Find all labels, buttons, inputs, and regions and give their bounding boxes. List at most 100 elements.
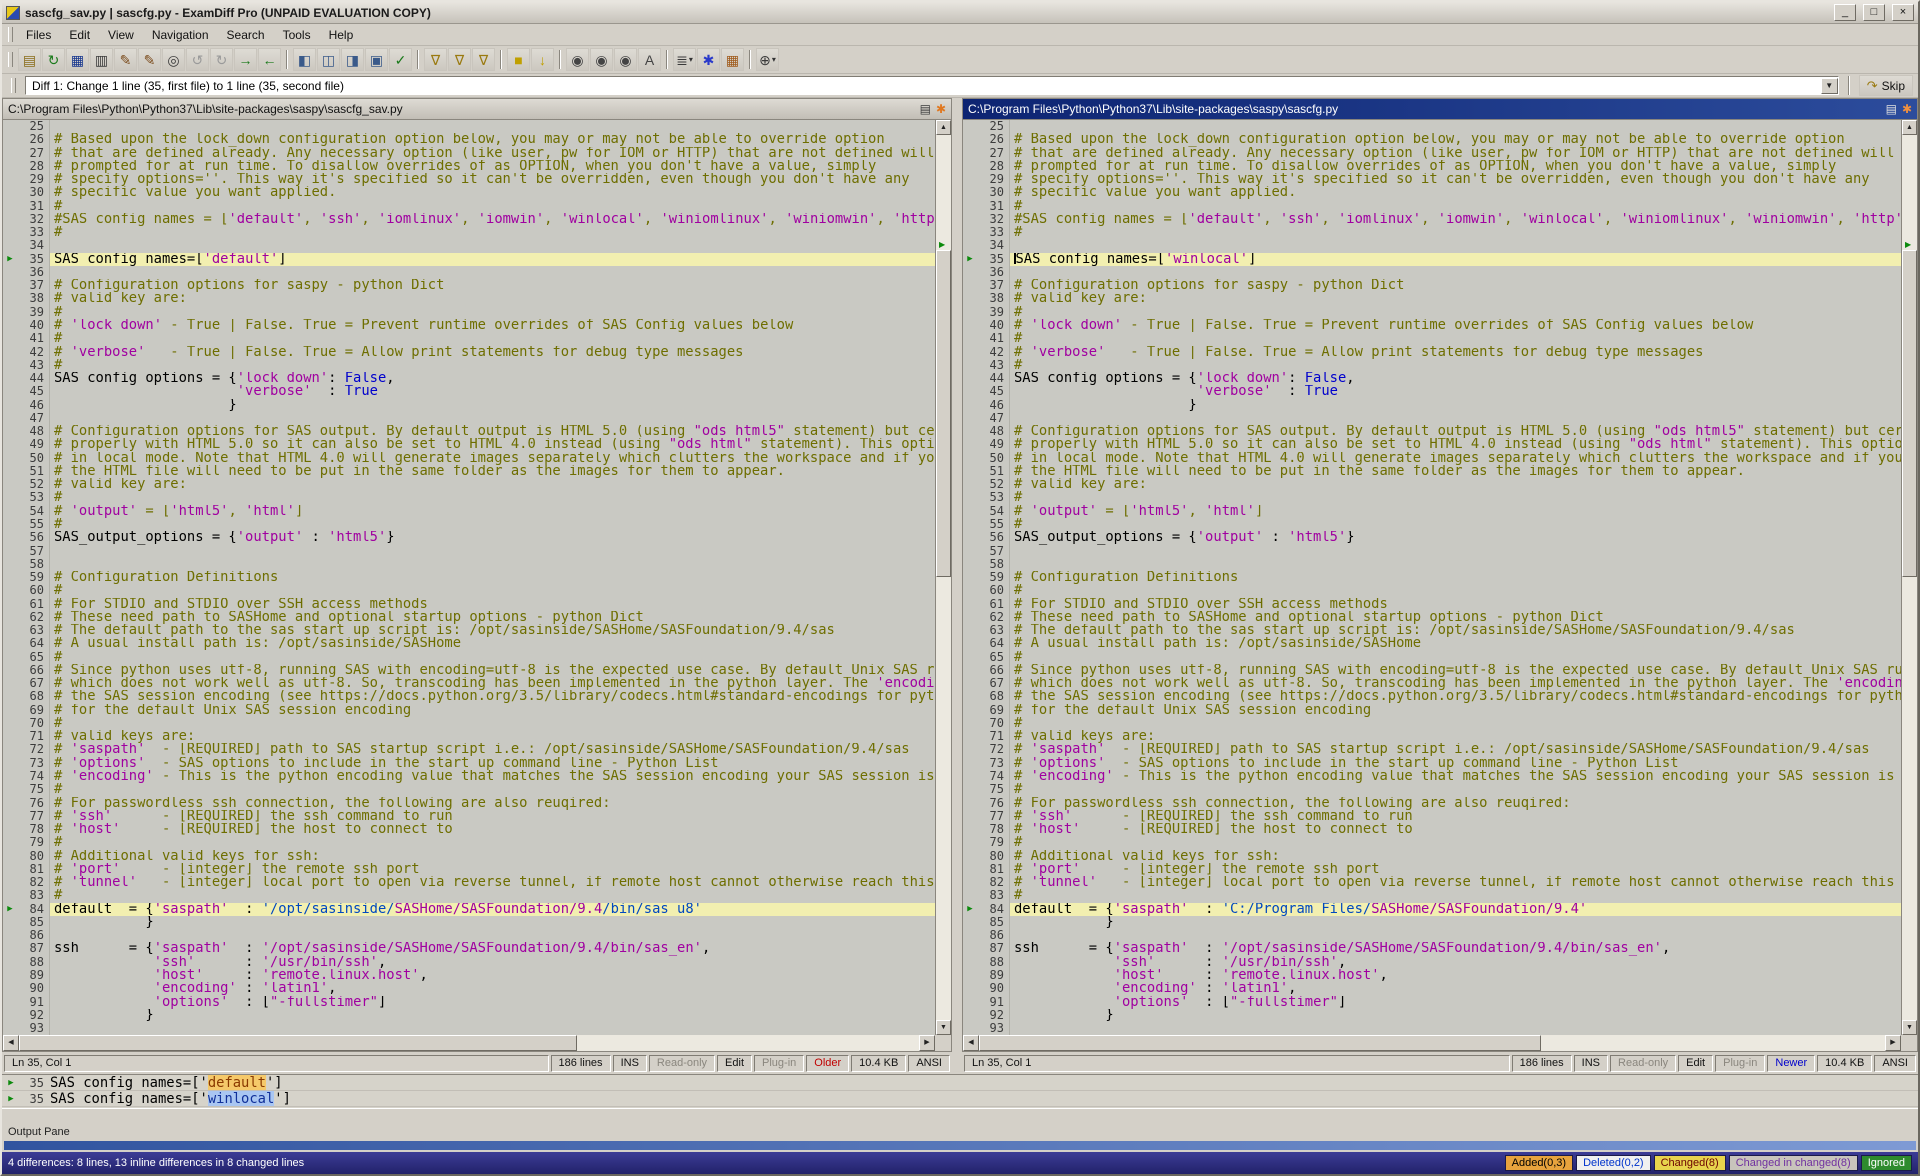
code-line-69[interactable]: 69# for the default Unix SAS session enc…	[3, 704, 935, 717]
code-line-72[interactable]: 72# 'saspath' - [REQUIRED] path to SAS s…	[3, 743, 935, 756]
code-line-61[interactable]: 61# For STDIO and STDIO over SSH access …	[3, 598, 935, 611]
code-line-66[interactable]: 66# Since python uses utf-8, running SAS…	[3, 664, 935, 677]
code-line-34[interactable]: 34	[3, 239, 935, 252]
find-button[interactable]: ◎	[162, 48, 185, 71]
code-line-93[interactable]: 93	[3, 1022, 935, 1035]
pane-splitter[interactable]	[952, 98, 962, 1052]
menu-item-navigation[interactable]: Navigation	[143, 25, 218, 45]
code-line-27[interactable]: 27# that are defined already. Any necess…	[963, 147, 1901, 160]
code-line-26[interactable]: 26# Based upon the lock_down configurati…	[3, 133, 935, 146]
code-line-81[interactable]: 81# 'port' - [integer] the remote ssh po…	[963, 863, 1901, 876]
scroll-up-button[interactable]: ▲	[936, 120, 951, 135]
code-line-74[interactable]: 74# 'encoding' - This is the python enco…	[3, 770, 935, 783]
print-button[interactable]: ▥	[90, 48, 113, 71]
code-line-65[interactable]: 65#	[3, 651, 935, 664]
code-line-49[interactable]: 49# properly with HTML 5.0 so it can als…	[963, 438, 1901, 451]
goto-difference-button[interactable]: ■	[507, 48, 530, 71]
output-pane-caption[interactable]: Output Pane	[2, 1124, 1918, 1141]
code-line-70[interactable]: 70#	[963, 717, 1901, 730]
code-line-68[interactable]: 68# the SAS session encoding (see https:…	[3, 690, 935, 703]
code-line-48[interactable]: 48# Configuration options for SAS output…	[3, 425, 935, 438]
maximize-button[interactable]: □	[1863, 4, 1885, 21]
code-line-79[interactable]: 79#	[3, 836, 935, 849]
code-line-76[interactable]: 76# For passwordless ssh connection, the…	[963, 797, 1901, 810]
code-line-67[interactable]: 67# which does not work well as utf-8. S…	[963, 677, 1901, 690]
code-line-48[interactable]: 48# Configuration options for SAS output…	[963, 425, 1901, 438]
code-line-93[interactable]: 93	[963, 1022, 1901, 1035]
scroll-up-button[interactable]: ▲	[1902, 120, 1917, 135]
scrollbar-track[interactable]	[979, 1035, 1885, 1051]
prev-difference-button[interactable]: ←	[258, 48, 281, 71]
open-files-button[interactable]: ▤	[18, 48, 41, 71]
code-line-54[interactable]: 54# 'output' = ['html5', 'html']	[3, 505, 935, 518]
code-line-58[interactable]: 58	[3, 558, 935, 571]
scroll-down-button[interactable]: ▼	[936, 1020, 951, 1035]
goto-next-change-button[interactable]: ↓	[531, 48, 554, 71]
code-line-55[interactable]: 55#	[3, 518, 935, 531]
dock-splitter[interactable]	[2, 1108, 1918, 1124]
code-line-91[interactable]: 91 'options' : ["-fullstimer"]	[3, 996, 935, 1009]
code-line-86[interactable]: 86	[3, 929, 935, 942]
search-options-button[interactable]: A	[638, 48, 661, 71]
pane-sync-icon[interactable]: ✱	[936, 103, 946, 115]
code-line-47[interactable]: 47	[963, 412, 1901, 425]
code-line-37[interactable]: 37# Configuration options for saspy - py…	[3, 279, 935, 292]
combobox-dropdown-button[interactable]: ▼	[1821, 78, 1838, 94]
scroll-left-button[interactable]: ◀	[963, 1035, 979, 1051]
code-line-53[interactable]: 53#	[963, 491, 1901, 504]
code-line-40[interactable]: 40# 'lock_down' - True | False. True = P…	[3, 319, 935, 332]
code-line-92[interactable]: 92 }	[963, 1009, 1901, 1022]
code-line-67[interactable]: 67# which does not work well as utf-8. S…	[3, 677, 935, 690]
code-line-75[interactable]: 75#	[963, 783, 1901, 796]
code-line-81[interactable]: 81# 'port' - [integer] the remote ssh po…	[3, 863, 935, 876]
code-line-62[interactable]: 62# These need path to SASHome and optio…	[963, 611, 1901, 624]
code-line-89[interactable]: 89 'host' : 'remote.linux.host',	[3, 969, 935, 982]
pane-print-icon[interactable]: ▤	[920, 103, 931, 115]
filter-changed-button[interactable]: ∇	[472, 48, 495, 71]
options-button[interactable]: ⊕▾	[756, 48, 779, 71]
skip-diff-button[interactable]: ↷ Skip	[1859, 75, 1913, 96]
show-second-pane-button[interactable]: ◨	[341, 48, 364, 71]
scroll-right-button[interactable]: ▶	[1885, 1035, 1901, 1051]
code-line-77[interactable]: 77# 'ssh' - [REQUIRED] the ssh command t…	[963, 810, 1901, 823]
code-line-85[interactable]: 85 }	[3, 916, 935, 929]
code-line-45[interactable]: 45 'verbose' : True	[963, 385, 1901, 398]
code-line-87[interactable]: 87ssh = {'saspath' : '/opt/sasinside/SAS…	[963, 942, 1901, 955]
code-line-55[interactable]: 55#	[963, 518, 1901, 531]
menu-item-help[interactable]: Help	[320, 25, 363, 45]
sync-view-button[interactable]: ✱	[697, 48, 720, 71]
code-line-52[interactable]: 52# valid key are:	[963, 478, 1901, 491]
code-line-30[interactable]: 30# specific value you want applied.	[3, 186, 935, 199]
scroll-right-button[interactable]: ▶	[919, 1035, 935, 1051]
code-line-41[interactable]: 41#	[3, 332, 935, 345]
code-line-32[interactable]: 32#SAS_config_names = ['default', 'ssh',…	[3, 213, 935, 226]
code-line-70[interactable]: 70#	[3, 717, 935, 730]
menu-item-view[interactable]: View	[99, 25, 143, 45]
code-line-73[interactable]: 73# 'options' - SAS options to include i…	[963, 757, 1901, 770]
code-line-31[interactable]: 31#	[3, 200, 935, 213]
code-line-72[interactable]: 72# 'saspath' - [REQUIRED] path to SAS s…	[963, 743, 1901, 756]
save-button[interactable]: ▦	[66, 48, 89, 71]
code-line-65[interactable]: 65#	[963, 651, 1901, 664]
code-line-84[interactable]: ▶84default = {'saspath' : 'C:/Program Fi…	[963, 903, 1901, 916]
code-line-78[interactable]: 78# 'host' - [REQUIRED] the host to conn…	[963, 823, 1901, 836]
scrollbar-thumb[interactable]	[979, 1035, 1541, 1051]
code-line-30[interactable]: 30# specific value you want applied.	[963, 186, 1901, 199]
search-prev-button[interactable]: ◉	[614, 48, 637, 71]
code-line-33[interactable]: 33#	[3, 226, 935, 239]
code-line-66[interactable]: 66# Since python uses utf-8, running SAS…	[963, 664, 1901, 677]
scrollbar-track[interactable]	[19, 1035, 919, 1051]
code-line-86[interactable]: 86	[963, 929, 1901, 942]
pane-sync-icon[interactable]: ✱	[1902, 103, 1912, 115]
code-line-39[interactable]: 39#	[963, 306, 1901, 319]
code-line-57[interactable]: 57	[963, 545, 1901, 558]
pane-print-icon[interactable]: ▤	[1886, 103, 1897, 115]
minimize-button[interactable]: _	[1834, 4, 1856, 21]
code-line-88[interactable]: 88 'ssh' : '/usr/bin/ssh',	[963, 956, 1901, 969]
code-line-32[interactable]: 32#SAS_config_names = ['default', 'ssh',…	[963, 213, 1901, 226]
diff-detail-row[interactable]: ▶35SAS_config_names=['winlocal']	[2, 1091, 1918, 1107]
code-line-90[interactable]: 90 'encoding' : 'latin1',	[963, 982, 1901, 995]
code-line-29[interactable]: 29# specify options=''. This way it's sp…	[3, 173, 935, 186]
code-line-80[interactable]: 80# Additional valid keys for ssh:	[3, 850, 935, 863]
code-line-31[interactable]: 31#	[963, 200, 1901, 213]
